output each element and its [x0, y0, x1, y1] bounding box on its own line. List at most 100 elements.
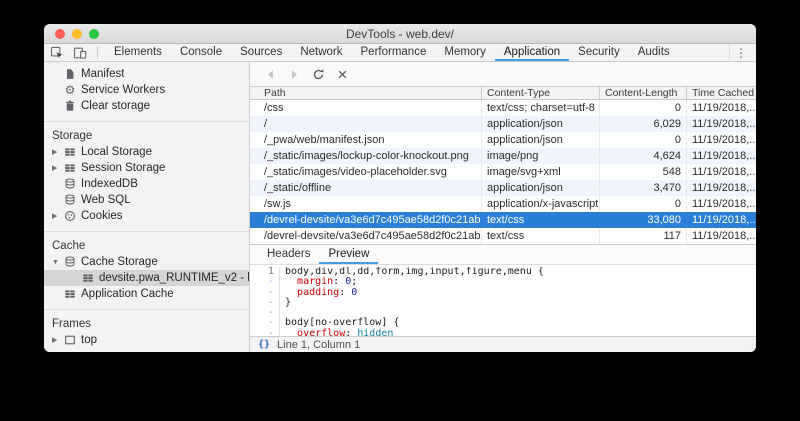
preview-tab-headers[interactable]: Headers — [258, 245, 319, 264]
tab-console[interactable]: Console — [171, 44, 231, 61]
table-row[interactable]: /_static/images/video-placeholder.svgima… — [250, 164, 756, 180]
cell-path: /devrel-devsite/va3e6d7c495ae58d2f0c21ab… — [250, 212, 482, 228]
chevron-right-icon[interactable]: ▶ — [52, 212, 63, 220]
tab-application[interactable]: Application — [495, 44, 569, 61]
close-window-button[interactable] — [55, 29, 65, 39]
sidebar-group: Manifest⚙Service WorkersClear storage — [44, 64, 249, 117]
refresh-icon — [312, 68, 326, 81]
cell-time-cached: 11/19/2018,... — [687, 164, 756, 180]
sidebar-item-session-storage[interactable]: ▶Session Storage — [44, 160, 249, 176]
zoom-window-button[interactable] — [89, 29, 99, 39]
code-viewer[interactable]: 1------ body,div,dl,dd,form,img,input,fi… — [250, 265, 756, 336]
cell-content-length: 0 — [600, 196, 687, 212]
code-line: } — [285, 298, 756, 308]
sidebar-item-local-storage[interactable]: ▶Local Storage — [44, 144, 249, 160]
sidebar-item-label: devsite.pwa_RUNTIME_v2 - https://web.dev — [99, 272, 249, 284]
delete-button[interactable] — [335, 67, 350, 82]
chevron-down-icon[interactable]: ▼ — [52, 259, 63, 266]
cell-time-cached: 11/19/2018,... — [687, 100, 756, 116]
css-value: hidden — [357, 328, 393, 336]
tab-security[interactable]: Security — [569, 44, 629, 61]
more-options-button[interactable]: ⋮ — [729, 44, 752, 61]
manifest-icon — [63, 68, 77, 81]
sidebar-item-web-sql[interactable]: Web SQL — [44, 192, 249, 208]
main-pane: PathContent-TypeContent-LengthTime Cache… — [250, 62, 756, 352]
cursor-position-label: Line 1, Column 1 — [277, 339, 360, 351]
chevron-right-icon[interactable]: ▶ — [52, 148, 63, 156]
sidebar-item-manifest[interactable]: Manifest — [44, 66, 249, 82]
sidebar-item-clear-storage[interactable]: Clear storage — [44, 98, 249, 114]
cell-content-length: 548 — [600, 164, 687, 180]
sidebar-item-cookies[interactable]: ▶Cookies — [44, 208, 249, 224]
sidebar-item-cache-storage[interactable]: ▼Cache Storage — [44, 254, 249, 270]
column-header-path[interactable]: Path — [250, 87, 482, 99]
back-button[interactable] — [263, 67, 278, 82]
tab-audits[interactable]: Audits — [629, 44, 679, 61]
cell-content-type: application/json — [482, 132, 600, 148]
css-property: overflow — [297, 328, 345, 336]
inspect-element-button[interactable] — [49, 45, 65, 60]
sidebar-group: Cache▼Cache Storagedevsite.pwa_RUNTIME_v… — [44, 236, 249, 305]
cell-content-type: text/css — [482, 212, 600, 228]
cell-content-length: 0 — [600, 100, 687, 116]
css-property: padding — [297, 287, 339, 298]
tabbar-separator — [97, 46, 98, 59]
table-row[interactable]: /_static/offlineapplication/json3,47011/… — [250, 180, 756, 196]
sidebar-item-label: Service Workers — [81, 84, 165, 96]
forward-button[interactable] — [287, 67, 302, 82]
sidebar-item-devsite-pwa-runtime-v2-https-web-dev[interactable]: devsite.pwa_RUNTIME_v2 - https://web.dev — [44, 270, 249, 286]
table-row[interactable]: /devrel-devsite/va3e6d7c495ae58d2f0c21ab… — [250, 212, 756, 228]
table-icon — [63, 162, 77, 175]
device-toolbar-button[interactable] — [72, 45, 88, 60]
tab-network[interactable]: Network — [291, 44, 351, 61]
cell-path: /_static/offline — [250, 180, 482, 196]
cell-time-cached: 11/19/2018,... — [687, 148, 756, 164]
cell-path: /_static/images/lockup-color-knockout.pn… — [250, 148, 482, 164]
tabbar-left-icons — [44, 44, 105, 61]
tab-memory[interactable]: Memory — [435, 44, 495, 61]
table-row[interactable]: /sw.jsapplication/x-javascript011/19/201… — [250, 196, 756, 212]
table-row[interactable]: /_static/images/lockup-color-knockout.pn… — [250, 148, 756, 164]
format-code-button[interactable]: {} — [258, 339, 270, 350]
sidebar-divider — [44, 309, 249, 310]
sidebar-item-indexeddb[interactable]: IndexedDB — [44, 176, 249, 192]
table-row[interactable]: /application/json6,02911/19/2018,... — [250, 116, 756, 132]
refresh-button[interactable] — [311, 67, 326, 82]
tab-sources[interactable]: Sources — [231, 44, 291, 61]
code-text: : — [345, 328, 357, 336]
code-lines: body,div,dl,dd,form,img,input,figure,men… — [280, 267, 756, 336]
sidebar-item-application-cache[interactable]: Application Cache — [44, 286, 249, 302]
table-row[interactable]: /csstext/css; charset=utf-8011/19/2018,.… — [250, 100, 756, 116]
title-bar[interactable]: DevTools - web.dev/ — [44, 24, 756, 44]
cell-time-cached: 11/19/2018,... — [687, 212, 756, 228]
sidebar-divider — [44, 121, 249, 122]
tab-elements[interactable]: Elements — [105, 44, 171, 61]
table-icon — [63, 288, 77, 301]
column-header-content-type[interactable]: Content-Type — [482, 87, 600, 99]
cell-time-cached: 11/19/2018,... — [687, 132, 756, 148]
chevron-right-icon[interactable]: ▶ — [52, 336, 63, 344]
cell-content-type: image/svg+xml — [482, 164, 600, 180]
code-line: overflow: hidden — [285, 329, 756, 336]
column-header-time-cached[interactable]: Time Cached — [687, 87, 756, 99]
preview-tab-preview[interactable]: Preview — [319, 245, 378, 264]
table-row[interactable]: /_pwa/web/manifest.jsonapplication/json0… — [250, 132, 756, 148]
chevron-right-icon[interactable]: ▶ — [52, 164, 63, 172]
code-gutter: 1------ — [250, 267, 280, 336]
table-icon — [81, 272, 95, 285]
column-header-content-length[interactable]: Content-Length — [600, 87, 687, 99]
sidebar-item-top[interactable]: ▶top — [44, 332, 249, 348]
table-row[interactable]: /devrel-devsite/va3e6d7c495ae58d2f0c21ab… — [250, 228, 756, 244]
minimize-window-button[interactable] — [72, 29, 82, 39]
code-text — [285, 328, 297, 336]
tab-performance[interactable]: Performance — [352, 44, 436, 61]
cell-content-type: application/json — [482, 180, 600, 196]
gutter-marker: - — [250, 329, 274, 336]
sidebar-item-service-workers[interactable]: ⚙Service Workers — [44, 82, 249, 98]
cell-content-length: 117 — [600, 228, 687, 244]
traffic-lights — [55, 29, 99, 39]
code-text: : — [339, 287, 351, 298]
cell-content-length: 4,624 — [600, 148, 687, 164]
database-icon — [63, 194, 77, 207]
cell-path: /devrel-devsite/va3e6d7c495ae58d2f0c21ab… — [250, 228, 482, 244]
